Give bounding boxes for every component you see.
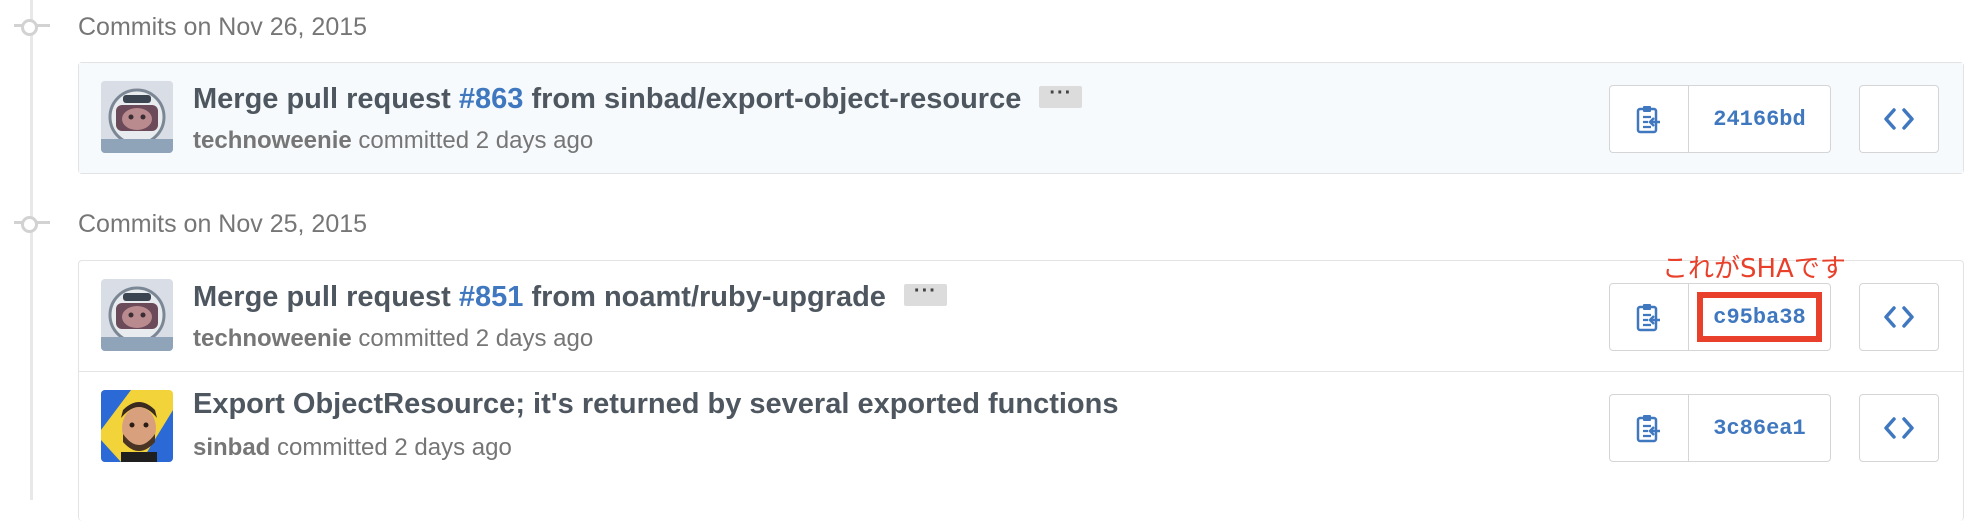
expand-message-button[interactable]: ···	[1039, 83, 1083, 109]
commit-title[interactable]: Merge pull request #863 from sinbad/expo…	[193, 83, 1083, 116]
commit-meta: technoweenie committed 2 days ago	[193, 127, 593, 155]
browse-repository-button[interactable]	[1859, 85, 1939, 153]
commit-title-text[interactable]: Merge pull request	[193, 281, 459, 313]
sha-button-group: c95ba38	[1609, 283, 1831, 351]
commit-time: committed 2 days ago	[358, 325, 594, 352]
commit-time: committed 2 days ago	[358, 127, 594, 154]
copy-sha-button[interactable]	[1610, 395, 1689, 461]
commit-row: Merge pull request #863 from sinbad/expo…	[79, 63, 1963, 173]
clipboard-icon	[1636, 304, 1660, 332]
expand-message-button[interactable]: ···	[903, 281, 947, 307]
sha-link[interactable]: 24166bd	[1689, 86, 1830, 152]
commit-time: committed 2 days ago	[277, 434, 512, 461]
avatar[interactable]	[101, 81, 173, 153]
sha-button-group: 3c86ea1	[1609, 394, 1831, 462]
commit-title-text[interactable]: from sinbad/export-object-resource	[523, 83, 1021, 115]
commit-list: Merge pull request #851 from noamt/ruby-…	[78, 260, 1964, 521]
copy-sha-button[interactable]	[1610, 284, 1689, 350]
sha-button-group: 24166bd	[1609, 85, 1831, 153]
clipboard-icon	[1636, 106, 1660, 134]
commit-title[interactable]: Export ObjectResource; it's returned by …	[193, 388, 1118, 421]
commit-title-text[interactable]: from noamt/ruby-upgrade	[523, 281, 885, 313]
commit-meta: technoweenie committed 2 days ago	[193, 325, 593, 353]
browse-repository-button[interactable]	[1859, 283, 1939, 351]
commit-title[interactable]: Merge pull request #851 from noamt/ruby-…	[193, 281, 947, 314]
commit-group-header: Commits on Nov 26, 2015	[0, 5, 1988, 45]
clipboard-icon	[1636, 415, 1660, 443]
commit-meta: sinbad committed 2 days ago	[193, 434, 512, 462]
author-link[interactable]: sinbad	[193, 434, 270, 461]
pull-request-link[interactable]: #851	[459, 281, 524, 313]
commit-list: Merge pull request #863 from sinbad/expo…	[78, 62, 1964, 174]
sha-annotation-label: これがSHAです	[1662, 254, 1846, 284]
code-brackets-icon	[1884, 306, 1914, 328]
author-link[interactable]: technoweenie	[193, 325, 352, 352]
copy-sha-button[interactable]	[1610, 86, 1689, 152]
avatar[interactable]	[101, 279, 173, 351]
group-date-title: Commits on Nov 26, 2015	[78, 13, 368, 41]
commit-node-icon	[21, 216, 38, 233]
sha-link[interactable]: c95ba38	[1689, 284, 1830, 350]
browse-repository-button[interactable]	[1859, 394, 1939, 462]
code-brackets-icon	[1884, 108, 1914, 130]
commit-node-icon	[21, 19, 38, 36]
author-link[interactable]: technoweenie	[193, 127, 352, 154]
group-date-title: Commits on Nov 25, 2015	[78, 210, 368, 238]
sha-link[interactable]: 3c86ea1	[1689, 395, 1830, 461]
avatar[interactable]	[101, 390, 173, 462]
timeline-line	[30, 0, 33, 500]
pull-request-link[interactable]: #863	[459, 83, 524, 115]
commit-row: Export ObjectResource; it's returned by …	[79, 371, 1963, 482]
code-brackets-icon	[1884, 417, 1914, 439]
commit-title-text[interactable]: Merge pull request	[193, 83, 459, 115]
commit-group-header: Commits on Nov 25, 2015	[0, 202, 1988, 242]
